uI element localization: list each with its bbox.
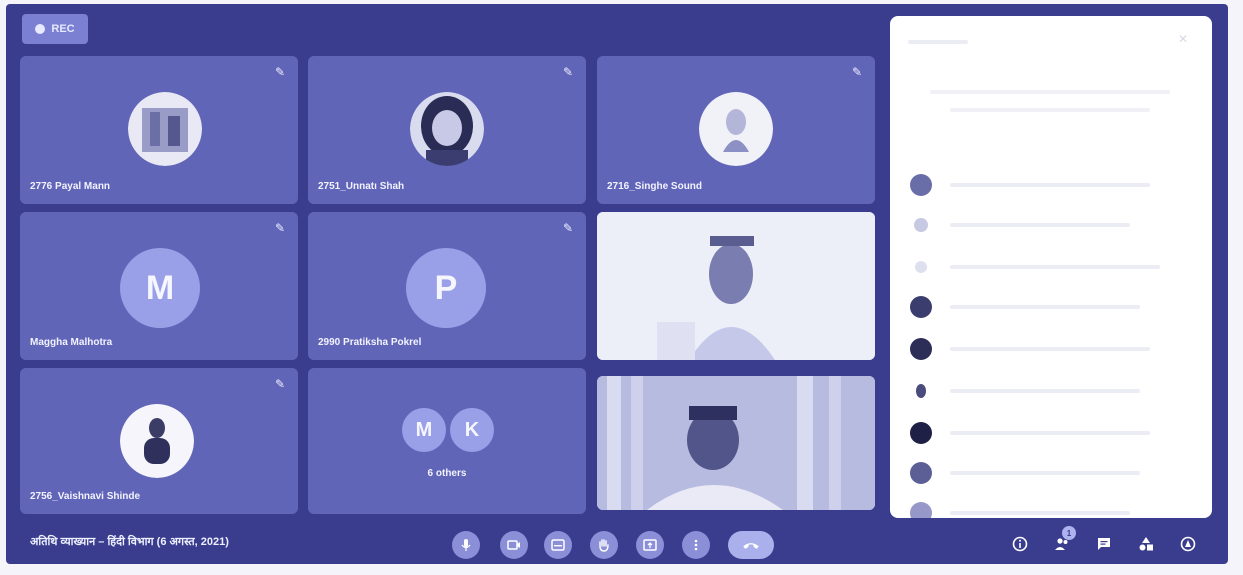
participant-tile[interactable]: ✎ 2751_Unnatı Shah: [308, 56, 586, 204]
participant-name: 2990 Pratiksha Pokrel: [318, 337, 422, 348]
participant-video: [597, 376, 875, 510]
chat-button[interactable]: [1092, 532, 1116, 556]
captions-button[interactable]: [544, 531, 572, 559]
people-panel: ✕: [890, 16, 1212, 518]
participant-list-avatar: [910, 296, 932, 318]
participant-list-avatar: [915, 261, 927, 273]
participant-name: 2776 Payal Mann: [30, 181, 111, 192]
participant-video: [597, 212, 875, 360]
participant-list-item[interactable]: [910, 380, 1190, 404]
participant-list-avatar: [910, 422, 932, 444]
participant-letter-avatar: P: [406, 248, 486, 328]
recording-dot-icon: [35, 24, 46, 34]
others-letter-avatar: M: [402, 408, 446, 452]
more-options-button[interactable]: [682, 531, 710, 559]
activities-button[interactable]: [1134, 532, 1158, 556]
chat-icon: [1098, 538, 1110, 550]
pin-icon[interactable]: ✎: [560, 64, 576, 80]
info-icon: [1012, 536, 1028, 552]
participant-list-avatar: [910, 462, 932, 484]
raise-hand-icon: [599, 539, 609, 552]
present-icon: [643, 539, 657, 551]
participant-list-item[interactable]: [910, 256, 1190, 280]
participant-list-item[interactable]: [910, 174, 1190, 198]
pin-icon[interactable]: ✎: [272, 64, 288, 80]
pin-icon[interactable]: ✎: [272, 220, 288, 236]
end-call-icon: [743, 543, 759, 549]
participant-tile[interactable]: ✎ 2756_Vaishnavi Shinde: [20, 368, 298, 514]
participant-name: Maggha Malhotra: [30, 337, 113, 348]
activities-icon: [1139, 537, 1153, 551]
participant-list-avatar: [916, 384, 926, 398]
participant-tile[interactable]: ✎ 2776 Payal Mann: [20, 56, 298, 204]
mic-icon: [461, 539, 471, 551]
participant-list-item[interactable]: [910, 462, 1190, 486]
participant-list-avatar: [910, 174, 932, 196]
recording-badge: REC: [22, 14, 88, 44]
pin-icon[interactable]: ✎: [272, 376, 288, 392]
recording-label: REC: [51, 23, 75, 35]
camera-icon: [507, 540, 520, 550]
participant-list-avatar: [910, 338, 932, 360]
pin-icon[interactable]: ✎: [849, 64, 865, 80]
participant-name: 2756_Vaishnavi Shinde: [30, 491, 141, 502]
meet-window: REC ✎ 2776 Payal Mann ✎ 2751_Unnatı Shah…: [6, 4, 1228, 564]
participant-video-tile[interactable]: [597, 376, 875, 510]
pin-icon[interactable]: ✎: [560, 220, 576, 236]
participant-letter-avatar: M: [120, 248, 200, 328]
present-button[interactable]: [636, 531, 664, 559]
participant-tile[interactable]: ✎ 2716_Singhe Sound: [597, 56, 875, 204]
end-call-button[interactable]: [728, 531, 774, 559]
participant-avatar: [699, 92, 773, 166]
participant-name: 2716_Singhe Sound: [607, 181, 703, 192]
participant-list-item[interactable]: [910, 296, 1190, 320]
participant-list-item[interactable]: [910, 422, 1190, 446]
captions-icon: [551, 539, 565, 551]
host-controls-button[interactable]: [1176, 532, 1200, 556]
close-panel-icon[interactable]: ✕: [1178, 32, 1188, 46]
participant-list-item[interactable]: [910, 502, 1190, 518]
info-button[interactable]: [1008, 532, 1032, 556]
raise-hand-button[interactable]: [590, 531, 618, 559]
others-letter-avatar: K: [450, 408, 494, 452]
host-controls-icon: [1180, 536, 1196, 552]
participant-avatar: [410, 92, 484, 166]
panel-header: ✕: [908, 32, 1188, 50]
more-options-icon: [694, 539, 698, 551]
participant-list-item[interactable]: [910, 214, 1190, 238]
participant-tile[interactable]: ✎ M Maggha Malhotra: [20, 212, 298, 360]
others-tile[interactable]: M K 6 others: [308, 368, 586, 514]
others-count-label: 6 others: [427, 468, 467, 479]
participant-video-tile[interactable]: ◌: [597, 212, 875, 360]
mic-button[interactable]: [452, 531, 480, 559]
participant-tile[interactable]: ✎ P 2990 Pratiksha Pokrel: [308, 212, 586, 360]
meeting-title: अतिथि व्याख्यान – हिंदी विभाग (6 अगस्त, …: [30, 536, 229, 548]
participant-avatar: [120, 404, 194, 478]
participant-list-avatar: [914, 218, 928, 232]
participant-list-item[interactable]: [910, 338, 1190, 362]
participant-avatar: [128, 92, 202, 166]
camera-button[interactable]: [500, 531, 528, 559]
people-count-badge: 1: [1062, 526, 1076, 540]
panel-search-area: [930, 82, 1170, 122]
people-button[interactable]: 1: [1050, 526, 1076, 556]
participant-name: 2751_Unnatı Shah: [318, 181, 405, 192]
bottom-toolbar: अतिथि व्याख्यान – हिंदी विभाग (6 अगस्त, …: [6, 520, 1228, 564]
participant-list-avatar: [910, 502, 932, 518]
